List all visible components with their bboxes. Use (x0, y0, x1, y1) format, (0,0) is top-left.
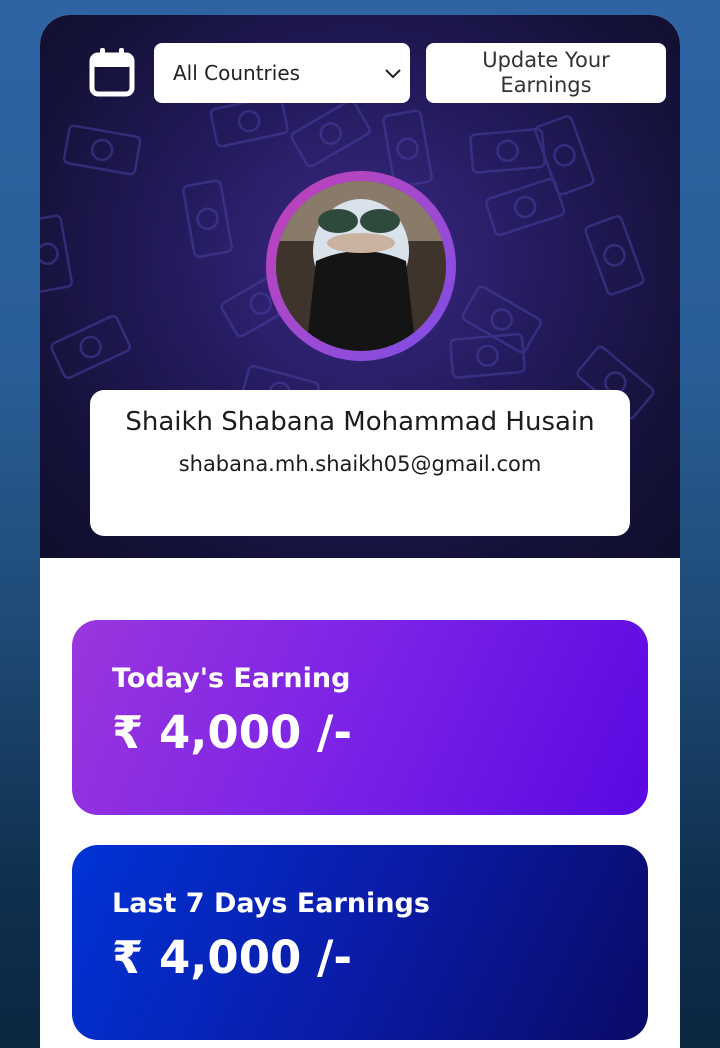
avatar[interactable] (276, 181, 446, 351)
update-earnings-label: Update Your Earnings (482, 48, 610, 97)
profile-header: All Countries Update Your Earnings Shaik… (40, 15, 680, 558)
last-7-days-earning-amount: ₹ 4,000 /- (112, 931, 353, 984)
profile-email: shabana.mh.shaikh05@gmail.com (178, 452, 542, 476)
avatar-ring (266, 171, 456, 361)
update-earnings-button[interactable]: Update Your Earnings (426, 43, 666, 103)
profile-name: Shaikh Shabana Mohammad Husain (125, 407, 595, 437)
calendar-icon[interactable] (88, 46, 136, 98)
avatar-photo (276, 181, 446, 351)
chevron-down-icon (385, 69, 401, 79)
profile-info-card: Shaikh Shabana Mohammad Husain shabana.m… (90, 390, 630, 536)
last-7-days-earning-label: Last 7 Days Earnings (112, 888, 430, 919)
country-select-value: All Countries (173, 61, 301, 85)
todays-earning-amount: ₹ 4,000 /- (112, 706, 353, 759)
country-select[interactable]: All Countries (154, 43, 410, 103)
last-7-days-earning-card[interactable]: Last 7 Days Earnings ₹ 4,000 /- (72, 845, 648, 1040)
todays-earning-label: Today's Earning (112, 663, 351, 694)
todays-earning-card[interactable]: Today's Earning ₹ 4,000 /- (72, 620, 648, 815)
dashboard-card: All Countries Update Your Earnings Shaik… (40, 15, 680, 1048)
